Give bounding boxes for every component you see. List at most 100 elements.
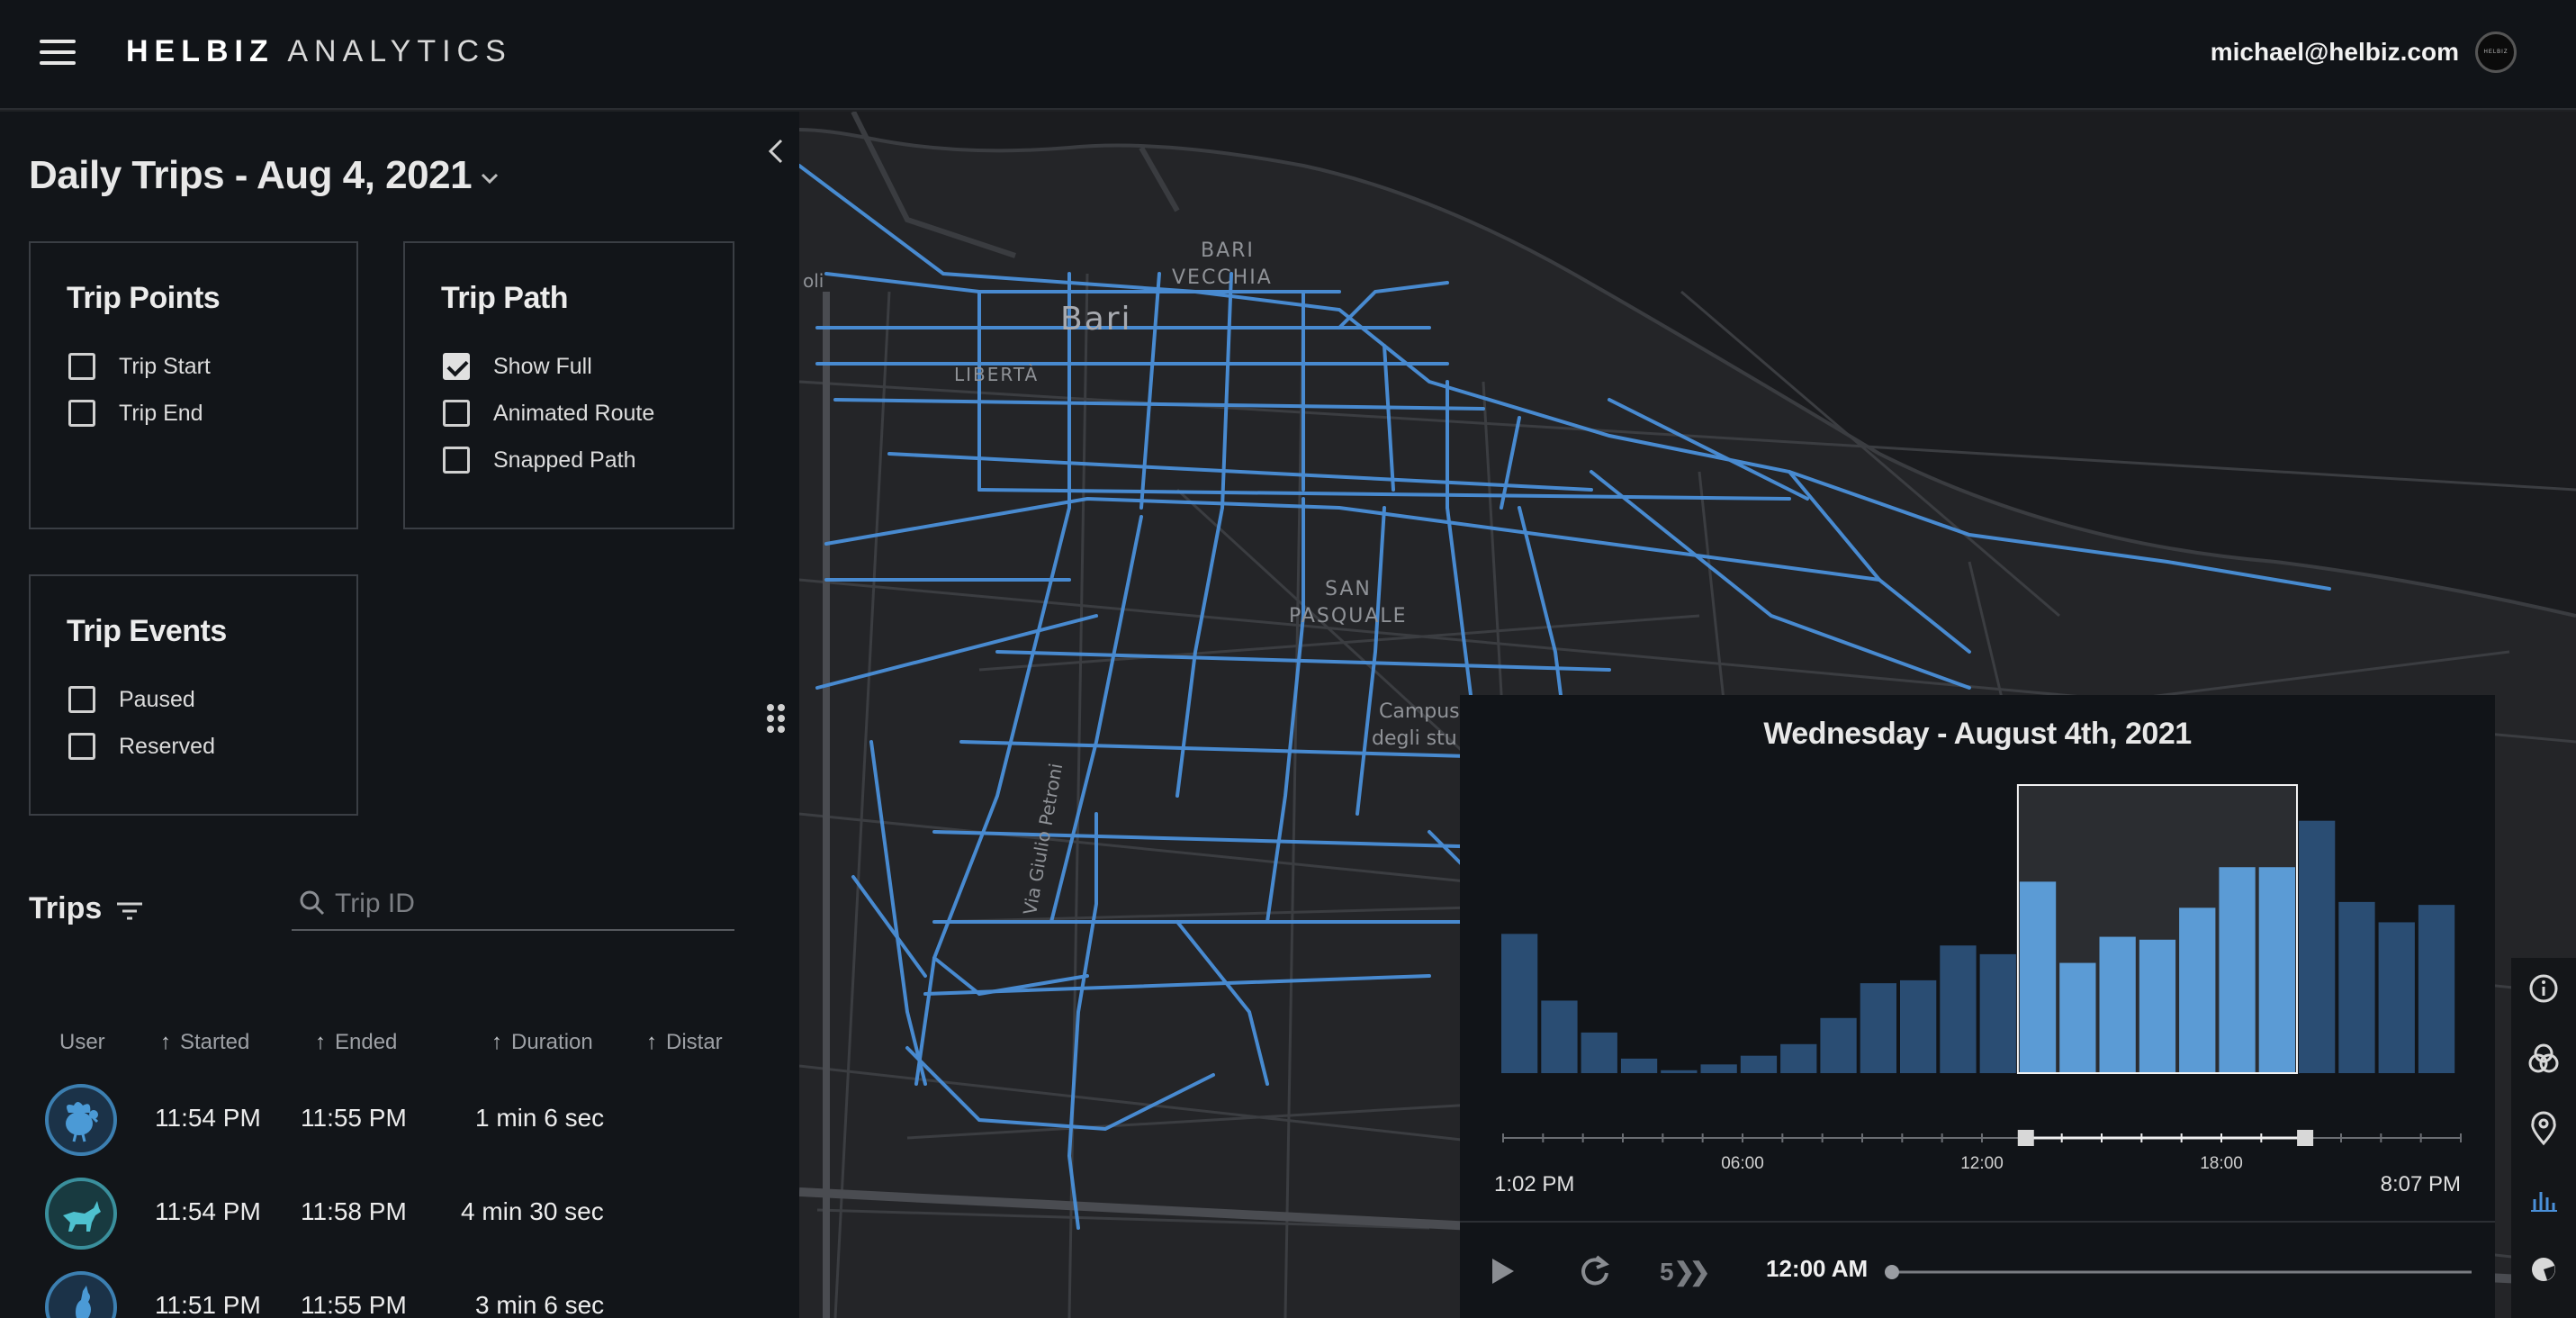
info-icon[interactable]	[2522, 967, 2565, 1010]
collapse-sidebar-icon[interactable]	[765, 133, 787, 169]
show-full-checkbox[interactable]: Show Full	[443, 353, 592, 380]
checkbox-box[interactable]	[443, 447, 470, 474]
histogram-chart[interactable]: 06:00 12:00 18:00	[1460, 695, 2495, 1221]
playback-slider-thumb[interactable]	[1885, 1265, 1899, 1279]
playback-slider[interactable]	[1883, 1259, 2477, 1286]
trip-events-panel: Trip Events Paused Reserved	[29, 574, 358, 816]
histogram-bar[interactable]	[2418, 905, 2455, 1073]
cell-started: 11:54 PM	[155, 1104, 261, 1132]
sidebar: Daily Trips - Aug 4, 2021 Trip Points Tr…	[0, 112, 799, 1318]
histogram-bar[interactable]	[1900, 979, 1937, 1073]
histogram-bar[interactable]	[2179, 907, 2216, 1073]
map-label-edge: oli	[803, 270, 824, 292]
histogram-bar[interactable]	[2219, 867, 2256, 1073]
drag-handle-icon[interactable]	[765, 702, 787, 735]
column-distance[interactable]: ↑ Distar	[646, 1030, 734, 1055]
checkbox-box[interactable]	[68, 686, 95, 713]
histogram-bar[interactable]	[1820, 1017, 1857, 1073]
column-started[interactable]: ↑ Started	[160, 1030, 249, 1055]
trips-heading: Trips	[29, 891, 103, 925]
column-user[interactable]: User	[59, 1030, 105, 1055]
histogram-bar[interactable]	[2099, 936, 2136, 1073]
trip-path-panel: Trip Path Show Full Animated Route Snapp…	[403, 241, 734, 529]
trip-start-checkbox[interactable]: Trip Start	[68, 353, 211, 380]
timeline-tick-label: 12:00	[1960, 1154, 2004, 1173]
table-row[interactable]: 11:54 PM 11:55 PM 1 min 6 sec	[0, 1075, 799, 1165]
sort-arrow-icon: ↑	[160, 1030, 171, 1054]
top-bar: HELBIZ ANALYTICS michael@helbiz.com HELB…	[0, 0, 2576, 110]
sort-arrow-icon: ↑	[315, 1030, 326, 1054]
speed-value: 5	[1660, 1258, 1674, 1286]
histogram-bar[interactable]	[1740, 1055, 1778, 1073]
trip-events-title: Trip Events	[67, 614, 227, 648]
column-label: Started	[180, 1030, 250, 1054]
histogram-bar[interactable]	[2139, 939, 2176, 1073]
speed-multiplier-button[interactable]: 5❯❯	[1660, 1257, 1710, 1286]
column-duration[interactable]: ↑ Duration	[491, 1030, 593, 1055]
trip-search	[292, 879, 734, 931]
checkbox-box[interactable]	[68, 353, 95, 380]
map-label-liberta: LIBERTÀ	[954, 364, 1040, 385]
paused-checkbox[interactable]: Paused	[68, 686, 195, 713]
user-email[interactable]: michael@helbiz.com	[2211, 38, 2459, 67]
checkbox-box-checked[interactable]	[443, 353, 470, 380]
checkbox-label: Show Full	[493, 353, 592, 379]
histogram-bar[interactable]	[1700, 1064, 1737, 1073]
table-row[interactable]: 11:51 PM 11:55 PM 3 min 6 sec	[0, 1262, 799, 1318]
chevron-down-icon[interactable]	[477, 166, 502, 191]
histogram-bar[interactable]	[2378, 922, 2415, 1073]
histogram-bar[interactable]	[1940, 945, 1977, 1073]
histogram-bar[interactable]	[1620, 1058, 1658, 1073]
checkbox-label: Animated Route	[493, 400, 655, 426]
histogram-bar[interactable]	[1780, 1043, 1817, 1073]
filter-icon[interactable]	[115, 898, 144, 924]
histogram-bar[interactable]	[1541, 1000, 1578, 1073]
sort-arrow-icon: ↑	[491, 1030, 502, 1054]
trip-id-search-input[interactable]	[335, 884, 722, 924]
histogram-bar[interactable]	[1860, 983, 1896, 1073]
bar-chart-icon[interactable]	[2522, 1178, 2565, 1221]
cell-ended: 11:55 PM	[301, 1104, 407, 1132]
column-ended[interactable]: ↑ Ended	[315, 1030, 397, 1055]
checkbox-label: Snapped Path	[493, 447, 636, 473]
layers-icon[interactable]	[2522, 1037, 2565, 1080]
histogram-bar[interactable]	[2299, 820, 2336, 1073]
reserved-checkbox[interactable]: Reserved	[68, 733, 215, 760]
brand-bold: HELBIZ	[126, 34, 275, 68]
trip-end-checkbox[interactable]: Trip End	[68, 400, 203, 427]
histogram-bar[interactable]	[1581, 1032, 1617, 1073]
avatar-text: HELBIZ	[2483, 50, 2508, 55]
snapped-path-checkbox[interactable]: Snapped Path	[443, 447, 635, 474]
histogram-bar[interactable]	[2059, 962, 2096, 1073]
brand-light: ANALYTICS	[274, 34, 512, 68]
fox-icon	[45, 1178, 117, 1250]
map-label-san-pasquale-1: SAN	[1325, 578, 1372, 600]
pie-chart-icon[interactable]	[2522, 1248, 2565, 1291]
checkbox-box[interactable]	[443, 400, 470, 427]
play-icon[interactable]	[1487, 1253, 1519, 1294]
page-title[interactable]: Daily Trips - Aug 4, 2021	[29, 153, 473, 198]
animated-route-checkbox[interactable]: Animated Route	[443, 400, 654, 427]
hamburger-menu-icon[interactable]	[40, 38, 76, 67]
playback-controls: 5❯❯ 12:00 AM	[1460, 1221, 2495, 1318]
map-label-bari-vecchia-1: BARI	[1201, 239, 1255, 262]
range-start-handle[interactable]	[2017, 1130, 2034, 1146]
histogram-bar[interactable]	[2338, 901, 2375, 1073]
timeline-tick-label: 18:00	[2200, 1154, 2243, 1173]
histogram-bar[interactable]	[2258, 867, 2295, 1073]
histogram-bar[interactable]	[1979, 953, 2016, 1073]
reset-icon[interactable]	[1577, 1253, 1613, 1294]
cell-started: 11:51 PM	[155, 1291, 261, 1318]
cell-ended: 11:55 PM	[301, 1291, 407, 1318]
histogram-bar[interactable]	[1661, 1070, 1698, 1073]
table-row[interactable]: 11:54 PM 11:58 PM 4 min 30 sec	[0, 1169, 799, 1259]
checkbox-box[interactable]	[68, 400, 95, 427]
histogram-bar[interactable]	[1501, 934, 1538, 1073]
location-pin-icon[interactable]	[2522, 1107, 2565, 1151]
range-end-handle[interactable]	[2297, 1130, 2314, 1146]
checkbox-label: Reserved	[119, 733, 215, 759]
histogram-bar[interactable]	[2019, 881, 2057, 1073]
checkbox-box[interactable]	[68, 733, 95, 760]
user-avatar[interactable]: HELBIZ	[2475, 32, 2517, 73]
checkbox-label: Paused	[119, 686, 195, 712]
